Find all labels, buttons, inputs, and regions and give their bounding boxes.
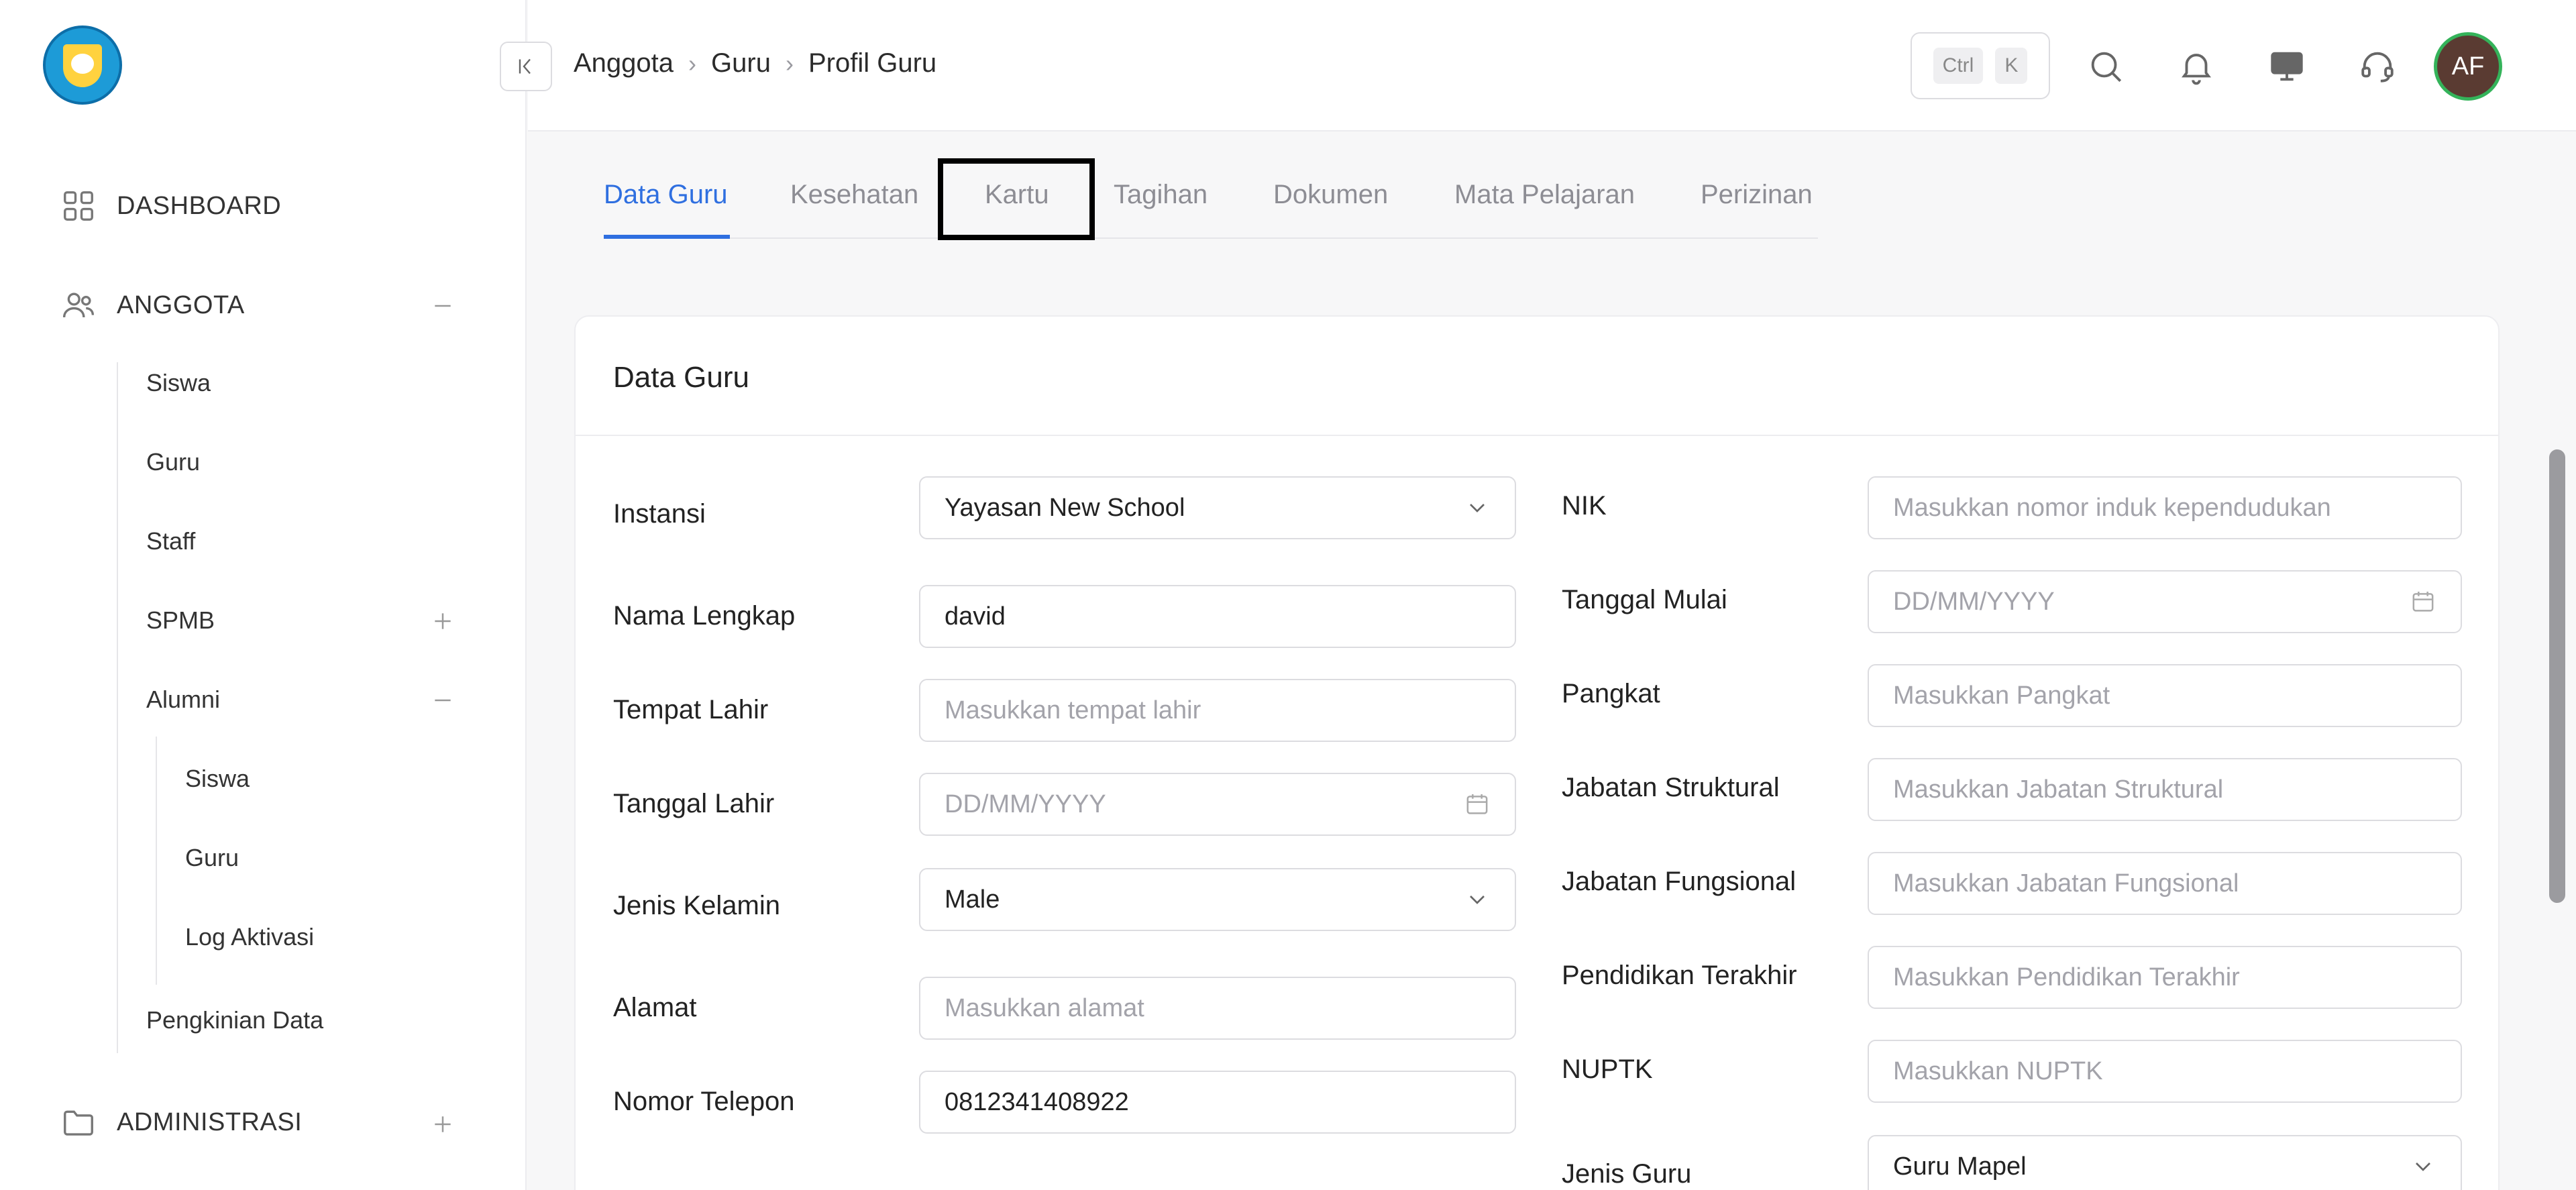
jenis-guru-select[interactable]: Guru Mapel bbox=[1868, 1135, 2462, 1190]
field-label: Tanggal Lahir bbox=[613, 789, 775, 818]
sidebar-item-label: ADMINISTRASI bbox=[117, 1107, 303, 1136]
pangkat-input[interactable]: Masukkan Pangkat bbox=[1868, 664, 2462, 727]
chevron-down-icon bbox=[2416, 1162, 2430, 1171]
calendar-icon bbox=[2412, 592, 2434, 612]
kbd-k: K bbox=[1995, 48, 2028, 84]
field-label: Jabatan Struktural bbox=[1562, 773, 1780, 802]
chevron-right-icon: › bbox=[785, 49, 794, 77]
alamat-input[interactable]: Masukkan alamat bbox=[919, 977, 1516, 1040]
tab-kartu-highlight bbox=[938, 158, 1095, 240]
sidebar-subitem-alumni-guru[interactable]: Guru bbox=[185, 844, 239, 872]
data-guru-card: Data Guru Instansi Yayasan New School Na… bbox=[574, 315, 2500, 1190]
field-label: Pendidikan Terakhir bbox=[1562, 961, 1797, 990]
nik-input[interactable]: Masukkan nomor induk kependudukan bbox=[1868, 476, 2462, 539]
tab-dokumen[interactable]: Dokumen bbox=[1273, 180, 1388, 210]
field-label: NIK bbox=[1562, 491, 1607, 521]
tab-kesehatan[interactable]: Kesehatan bbox=[790, 180, 918, 210]
scrollbar-thumb[interactable] bbox=[2549, 449, 2565, 903]
breadcrumb: Anggota › Guru › Profil Guru bbox=[574, 48, 936, 78]
collapse-left-icon bbox=[519, 58, 531, 74]
breadcrumb-profil-guru: Profil Guru bbox=[808, 48, 937, 78]
submenu-guide-line bbox=[156, 737, 157, 985]
sidebar-collapse-button[interactable] bbox=[500, 42, 552, 91]
submenu-guide-line bbox=[117, 362, 118, 1053]
field-label: Tempat Lahir bbox=[613, 695, 769, 724]
field-label: Alamat bbox=[613, 993, 697, 1022]
chevron-down-icon bbox=[1470, 896, 1485, 904]
field-label: Jabatan Fungsional bbox=[1562, 867, 1796, 896]
tab-data-guru[interactable]: Data Guru bbox=[604, 180, 728, 210]
field-label: Tanggal Mulai bbox=[1562, 585, 1727, 614]
nomor-telepon-input[interactable]: 0812341408922 bbox=[919, 1071, 1516, 1134]
field-label: Nama Lengkap bbox=[613, 601, 796, 631]
logo[interactable] bbox=[43, 25, 122, 105]
tanggal-lahir-datepicker[interactable]: DD/MM/YYYY bbox=[919, 773, 1516, 836]
sidebar-subitem-siswa[interactable]: Siswa bbox=[146, 369, 211, 397]
calendar-icon bbox=[1466, 794, 1488, 814]
pendidikan-terakhir-input[interactable]: Masukkan Pendidikan Terakhir bbox=[1868, 946, 2462, 1009]
sidebar-item-label: DASHBOARD bbox=[117, 191, 282, 220]
users-icon bbox=[62, 292, 95, 318]
field-label: Jenis Kelamin bbox=[613, 891, 781, 920]
command-shortcut-button[interactable]: Ctrl K bbox=[1911, 32, 2050, 99]
tempat-lahir-input[interactable]: Masukkan tempat lahir bbox=[919, 679, 1516, 742]
headset-support-icon[interactable] bbox=[2358, 47, 2397, 86]
profile-tabs: Data Guru Kesehatan Kartu Tagihan Dokume… bbox=[604, 177, 1818, 239]
kbd-ctrl: Ctrl bbox=[1933, 48, 1984, 84]
collapse-minus-icon[interactable] bbox=[429, 292, 456, 319]
field-label: NUPTK bbox=[1562, 1054, 1653, 1084]
sidebar-subitem-alumni-siswa[interactable]: Siswa bbox=[185, 765, 250, 793]
jabatan-struktural-input[interactable]: Masukkan Jabatan Struktural bbox=[1868, 758, 2462, 821]
sidebar-subitem-guru[interactable]: Guru bbox=[146, 448, 200, 476]
sidebar-item-dashboard[interactable]: DASHBOARD bbox=[60, 188, 281, 224]
tab-perizinan[interactable]: Perizinan bbox=[1701, 180, 1813, 210]
breadcrumb-guru[interactable]: Guru bbox=[711, 48, 771, 78]
folder-icon bbox=[64, 1110, 93, 1136]
sidebar-item-label: ANGGOTA bbox=[117, 290, 245, 319]
divider bbox=[576, 435, 2498, 436]
nama-lengkap-input[interactable]: david bbox=[919, 585, 1516, 648]
expand-plus-icon[interactable] bbox=[429, 608, 456, 635]
nuptk-input[interactable]: Masukkan NUPTK bbox=[1868, 1040, 2462, 1103]
field-label: Pangkat bbox=[1562, 679, 1660, 708]
sidebar-subitem-spmb[interactable]: SPMB bbox=[146, 606, 215, 635]
bell-icon[interactable] bbox=[2177, 47, 2216, 86]
active-tab-indicator bbox=[604, 235, 730, 239]
sidebar-item-administrasi[interactable]: ADMINISTRASI bbox=[60, 1104, 302, 1140]
avatar[interactable]: AF bbox=[2434, 32, 2502, 101]
instansi-select[interactable]: Yayasan New School bbox=[919, 476, 1516, 539]
breadcrumb-anggota[interactable]: Anggota bbox=[574, 48, 674, 78]
card-title: Data Guru bbox=[613, 361, 749, 394]
chevron-right-icon: › bbox=[688, 49, 697, 77]
sidebar-subitem-log-aktivasi[interactable]: Log Aktivasi bbox=[185, 923, 314, 951]
chevron-down-icon bbox=[1470, 504, 1485, 512]
field-label: Instansi bbox=[613, 499, 706, 529]
jenis-kelamin-select[interactable]: Male bbox=[919, 868, 1516, 931]
expand-plus-icon[interactable] bbox=[429, 1111, 456, 1138]
search-icon[interactable] bbox=[2086, 47, 2125, 86]
sidebar-item-anggota[interactable]: ANGGOTA bbox=[60, 287, 245, 323]
sidebar-subitem-alumni[interactable]: Alumni bbox=[146, 686, 220, 714]
collapse-minus-icon[interactable] bbox=[429, 687, 456, 714]
jabatan-fungsional-input[interactable]: Masukkan Jabatan Fungsional bbox=[1868, 852, 2462, 915]
tanggal-mulai-datepicker[interactable]: DD/MM/YYYY bbox=[1868, 570, 2462, 633]
field-label: Nomor Telepon bbox=[613, 1087, 795, 1116]
dashboard-grid-icon bbox=[64, 191, 93, 221]
tab-mata-pelajaran[interactable]: Mata Pelajaran bbox=[1454, 180, 1635, 210]
monitor-icon[interactable] bbox=[2267, 47, 2306, 86]
sidebar: DASHBOARD ANGGOTA Siswa Guru Staff SPMB … bbox=[0, 0, 527, 1190]
sidebar-subitem-staff[interactable]: Staff bbox=[146, 527, 195, 555]
field-label: Jenis Guru bbox=[1562, 1159, 1692, 1189]
tab-tagihan[interactable]: Tagihan bbox=[1114, 180, 1208, 210]
sidebar-subitem-pengkinian-data[interactable]: Pengkinian Data bbox=[146, 1006, 323, 1034]
